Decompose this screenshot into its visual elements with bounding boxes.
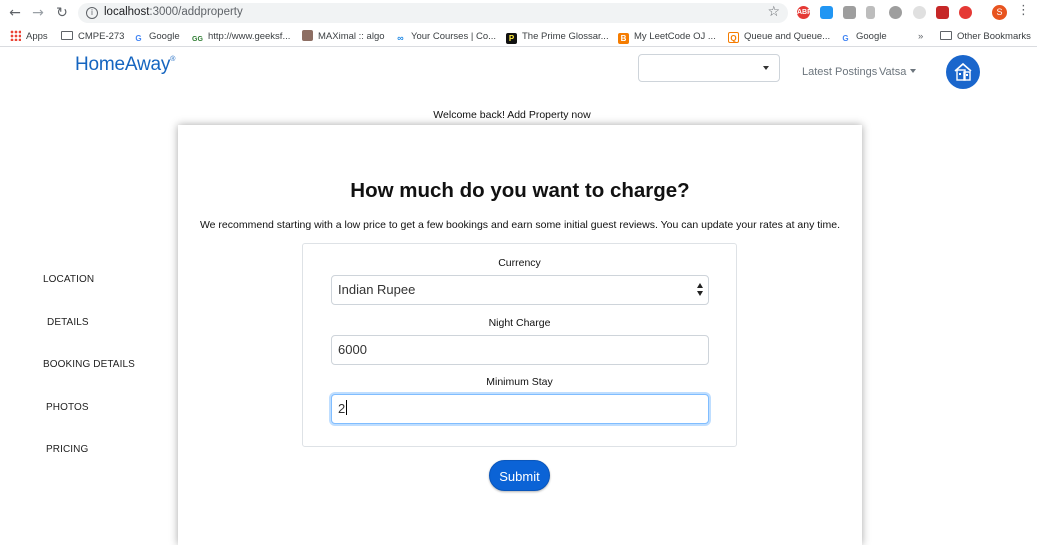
- currency-selected-value: Indian Rupee: [338, 282, 416, 297]
- user-menu-dropdown[interactable]: Vatsa: [879, 66, 917, 78]
- site-info-icon[interactable]: i: [86, 7, 98, 19]
- bookmark-star-icon[interactable]: ☆: [767, 4, 780, 20]
- page-title: How much do you want to charge?: [350, 179, 690, 202]
- extension-icon[interactable]: [820, 6, 833, 19]
- currency-label: Currency: [498, 257, 541, 269]
- opera-icon[interactable]: [959, 6, 972, 19]
- folder-icon: [940, 31, 952, 40]
- bookmark-apps[interactable]: Apps: [10, 29, 48, 45]
- minimum-stay-input[interactable]: 2: [331, 394, 709, 424]
- bookmarks-overflow-chevron[interactable]: »: [918, 29, 923, 45]
- bookmark-link[interactable]: ∞ Your Courses | Co...: [395, 29, 496, 45]
- homeaway-logo[interactable]: HomeAway®: [75, 54, 175, 76]
- pricing-form: Currency Indian Rupee Night Charge 6000 …: [302, 243, 737, 447]
- home-icon[interactable]: [946, 55, 980, 89]
- menu-kebab-icon[interactable]: ⋮: [1017, 3, 1030, 18]
- geeksforgeeks-icon: GG: [192, 36, 203, 43]
- back-arrow-icon[interactable]: ←: [6, 4, 24, 22]
- bookmark-link[interactable]: B My LeetCode OJ ...: [618, 29, 716, 45]
- caret-down-icon: [910, 69, 917, 73]
- coursera-icon: ∞: [397, 33, 404, 43]
- forward-arrow-icon[interactable]: →: [29, 4, 47, 22]
- sidebar-item-location[interactable]: LOCATION: [43, 274, 94, 285]
- extension-icon[interactable]: [889, 6, 902, 19]
- text-cursor: [346, 400, 348, 415]
- bookmark-link[interactable]: G Google: [840, 29, 886, 45]
- sidebar-item-pricing[interactable]: PRICING: [46, 444, 88, 455]
- currency-select[interactable]: Indian Rupee: [331, 275, 709, 305]
- bookmark-link[interactable]: P The Prime Glossar...: [506, 29, 609, 45]
- maximal-icon: [302, 30, 313, 41]
- google-icon: G: [842, 34, 849, 43]
- chevron-down-icon: [763, 66, 769, 70]
- blogger-icon: B: [618, 33, 629, 44]
- queue-icon: Q: [728, 32, 739, 43]
- latest-postings-link[interactable]: Latest Postings: [802, 66, 877, 78]
- page-subtitle: We recommend starting with a low price t…: [199, 219, 841, 231]
- extension-icon[interactable]: [936, 6, 949, 19]
- night-charge-label: Night Charge: [488, 317, 551, 329]
- sidebar-item-photos[interactable]: PHOTOS: [46, 402, 89, 413]
- bookmark-link[interactable]: Q Queue and Queue...: [728, 29, 830, 45]
- sidebar-item-booking-details[interactable]: BOOKING DETAILS: [43, 359, 135, 370]
- night-charge-input[interactable]: 6000: [331, 335, 709, 365]
- url-text: localhost:3000/addproperty: [104, 6, 243, 18]
- bookmark-link[interactable]: G Google: [133, 29, 179, 45]
- bookmark-other[interactable]: Other Bookmarks: [940, 29, 1031, 45]
- submit-button[interactable]: Submit: [489, 460, 550, 491]
- extension-icon[interactable]: [866, 6, 875, 19]
- google-icon: G: [135, 34, 142, 43]
- minimum-stay-label: Minimum Stay: [486, 376, 553, 388]
- adblock-icon[interactable]: ABP: [797, 6, 812, 19]
- bookmark-link[interactable]: MAXimal :: algo: [302, 29, 385, 45]
- bookmarks-bar: Apps CMPE-273 G Google GG http://www.geeks…: [0, 26, 1037, 47]
- bookmark-link[interactable]: GG http://www.geeksf...: [192, 29, 290, 45]
- extension-icon[interactable]: [913, 6, 926, 19]
- folder-icon: [61, 31, 73, 40]
- profile-avatar[interactable]: S: [992, 5, 1007, 20]
- address-bar[interactable]: i localhost:3000/addproperty ☆: [78, 3, 788, 23]
- header-select-dropdown[interactable]: [638, 54, 780, 82]
- select-arrows-icon: [697, 283, 705, 297]
- reload-icon[interactable]: ↻: [53, 4, 71, 22]
- apps-grid-icon: [10, 30, 21, 41]
- prime-icon: P: [506, 33, 517, 44]
- extension-icon[interactable]: [843, 6, 856, 19]
- pricing-card: How much do you want to charge? We recom…: [178, 125, 862, 545]
- bookmark-folder[interactable]: CMPE-273: [61, 29, 124, 45]
- welcome-message: Welcome back! Add Property now: [433, 109, 591, 121]
- browser-toolbar: ← → ↻ i localhost:3000/addproperty ☆ ABP…: [0, 0, 1037, 26]
- sidebar-item-details[interactable]: DETAILS: [47, 317, 89, 328]
